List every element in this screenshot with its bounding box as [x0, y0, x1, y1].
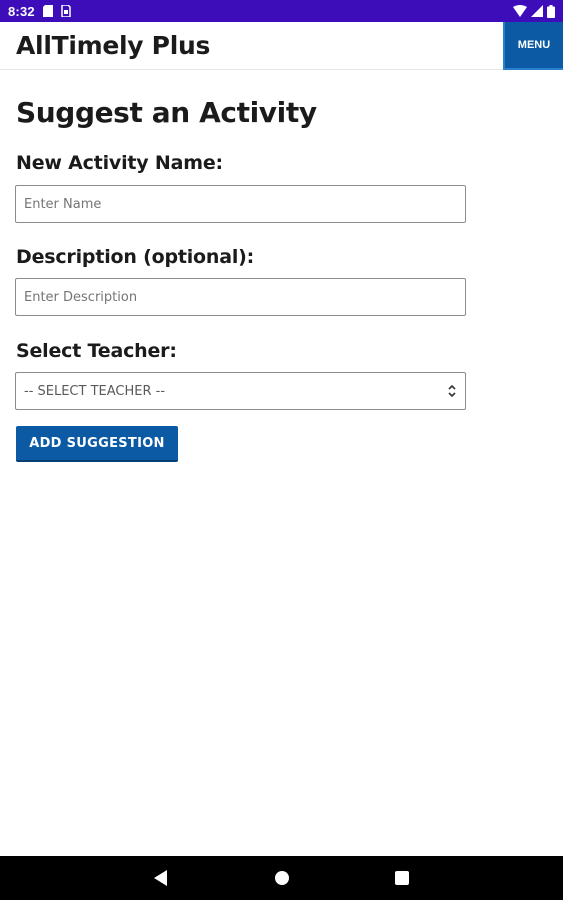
teacher-select[interactable]: -- SELECT TEACHER --: [15, 372, 466, 410]
recents-icon[interactable]: [372, 856, 432, 900]
page-title: Suggest an Activity: [16, 96, 317, 129]
app-title: AllTimely Plus: [16, 31, 211, 60]
status-time: 8:32: [8, 3, 35, 19]
home-icon[interactable]: [252, 856, 312, 900]
menu-button[interactable]: MENU: [503, 22, 563, 70]
chevron-up-down-icon: [447, 383, 457, 399]
sim-icon: [61, 5, 71, 17]
app-header: AllTimely Plus MENU: [0, 22, 563, 70]
system-nav-bar: [0, 856, 563, 900]
status-bar: 8:32: [0, 0, 563, 22]
battery-icon: [547, 4, 555, 18]
sd-card-icon: [42, 5, 53, 17]
add-suggestion-button[interactable]: ADD SUGGESTION: [16, 426, 178, 462]
signal-icon: [531, 5, 543, 17]
wifi-icon: [513, 5, 527, 17]
description-label: Description (optional):: [16, 246, 255, 268]
activity-name-label: New Activity Name:: [16, 152, 223, 174]
description-input[interactable]: [15, 278, 466, 316]
teacher-label: Select Teacher:: [16, 340, 177, 362]
activity-name-input[interactable]: [15, 185, 466, 223]
back-icon[interactable]: [131, 856, 191, 900]
teacher-select-value: -- SELECT TEACHER --: [24, 383, 166, 399]
